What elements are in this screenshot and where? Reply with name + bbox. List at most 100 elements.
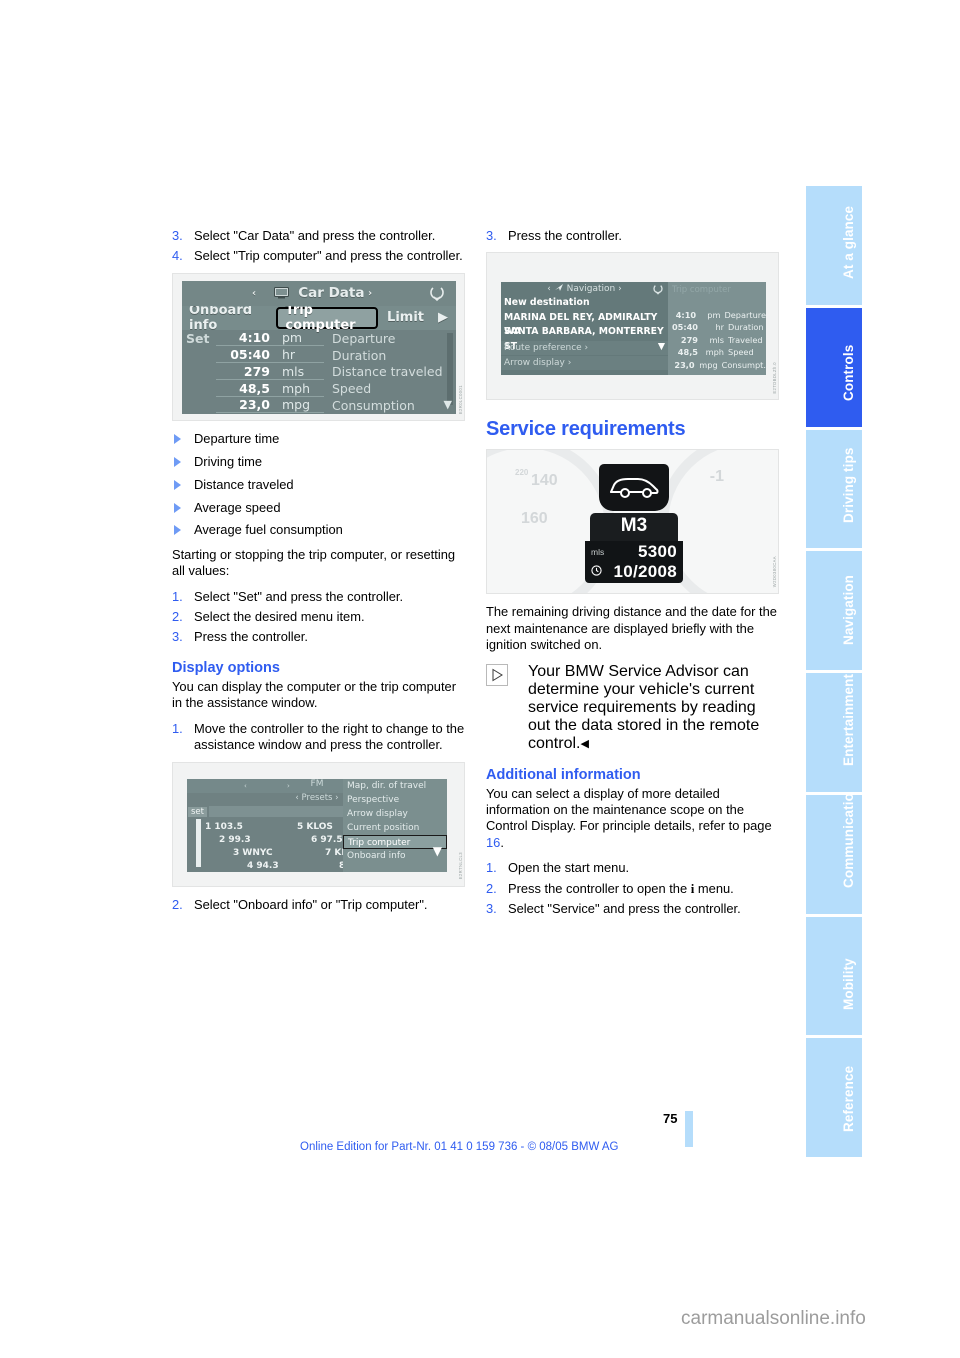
site-watermark: carmanualsonline.info: [681, 1308, 866, 1329]
page-reference-link[interactable]: 16: [486, 835, 500, 850]
gauge-tick-140: 140: [531, 472, 558, 490]
step-text: Select "Trip computer" and press the con…: [194, 248, 463, 264]
prev-arrow-icon[interactable]: ‹: [252, 281, 256, 306]
next-arrow-icon[interactable]: ›: [368, 281, 372, 306]
menu-item-onboard-info[interactable]: Onboard info: [343, 849, 447, 863]
row-label: Distance traveled: [332, 364, 443, 380]
menu-item-perspective[interactable]: Perspective: [343, 793, 447, 807]
steps-list-display-options: 1. Move the controller to the right to c…: [172, 721, 465, 754]
section-tabs-sidebar[interactable]: At a glance Controls Driving tips Naviga…: [806, 186, 862, 1160]
figure-navigation-screen: ‹ Navigation › New destination MARINA DE…: [486, 252, 779, 401]
table-row[interactable]: Set 4:10 pm Departure: [182, 330, 456, 347]
list-item: Departure time: [172, 431, 465, 447]
frequency-bar: [209, 805, 343, 817]
scrollbar[interactable]: [447, 332, 453, 405]
row-value: 279: [216, 364, 276, 380]
nav-item-destination-1[interactable]: MARINA DEL REY, ADMIRALTY WA: [501, 311, 668, 338]
nav-item-destination-2[interactable]: SANTA BARBARA, MONTERREY ST ▼: [501, 325, 668, 352]
sidebar-tab-driving-tips[interactable]: Driving tips: [806, 429, 862, 549]
row-value: 23,0: [674, 359, 695, 370]
figure-radio-assistance-window: ‹ FM › ‹ Presets › set 1 103.5 5 KLOS 9 …: [172, 761, 465, 887]
set-label[interactable]: Set: [186, 331, 216, 346]
prev-arrow-icon[interactable]: ‹: [547, 284, 551, 294]
next-arrow-icon[interactable]: ›: [287, 782, 290, 790]
monitor-icon: [273, 283, 289, 308]
step-text: Select "Onboard info" or "Trip computer"…: [194, 896, 428, 912]
sidebar-tab-entertainment[interactable]: Entertainment: [806, 673, 862, 792]
row-label: Departure: [724, 309, 766, 320]
navigation-title-bar: ‹ Navigation ›: [501, 282, 668, 296]
sidebar-tab-at-a-glance[interactable]: At a glance: [806, 186, 862, 305]
list-item: Driving time: [172, 454, 465, 470]
trip-computer-rows: Set 4:10 pm Departure 05:40 hr Duration …: [182, 330, 456, 414]
step-number: 1.: [172, 720, 183, 736]
triangle-bullet-icon: [174, 433, 181, 444]
next-arrow-icon[interactable]: ›: [618, 284, 622, 294]
scroll-down-icon[interactable]: ▼: [433, 844, 442, 858]
list-item: 2. Select the desired menu item.: [172, 609, 465, 625]
tuner-slider[interactable]: [196, 818, 201, 867]
assistance-window-menu[interactable]: Map, dir. of travel Perspective Arrow di…: [343, 778, 447, 872]
menu-item-arrow-display[interactable]: Arrow display: [343, 807, 447, 821]
gauge-tick-220: 220: [515, 468, 529, 478]
table-row[interactable]: 48,5 mph Speed: [182, 380, 456, 397]
scroll-down-icon[interactable]: ▼: [444, 398, 452, 411]
step-number: 3.: [172, 228, 183, 243]
table-row[interactable]: 05:40 hr Duration: [182, 347, 456, 364]
menu-item-current-position[interactable]: Current position: [343, 821, 447, 835]
list-item: 1. Open the start menu.: [486, 860, 779, 876]
list-item: 4. Select "Trip computer" and press the …: [172, 248, 465, 264]
note-triangle-icon: [486, 663, 508, 686]
tab-onboard-info[interactable]: Onboard info: [182, 303, 274, 333]
nav-item-route-preference[interactable]: Route preference ›: [501, 340, 668, 355]
table-row[interactable]: 23,0 mpg Consumption: [182, 397, 456, 414]
tab-limit[interactable]: Limit: [380, 306, 431, 330]
row-unit: pm: [276, 330, 324, 347]
sidebar-tab-label: Entertainment: [841, 674, 856, 767]
table-row[interactable]: 279 mls Distance traveled: [182, 363, 456, 380]
row-label: Consumption: [332, 397, 415, 413]
row-unit: mls: [276, 364, 324, 380]
row-unit: mpg: [699, 359, 718, 370]
list-item: 1. Move the controller to the right to c…: [172, 721, 465, 754]
service-date-row: 10/2008: [585, 561, 683, 581]
radio-band-label: FM: [310, 778, 324, 789]
list-item: 3. Select "Car Data" and press the contr…: [172, 228, 465, 244]
car-data-tab-strip[interactable]: Onboard info Trip computer Limit ▶: [182, 303, 456, 333]
list-item: 1. Select "Set" and press the controller…: [172, 589, 465, 605]
step-text: Move the controller to the right to chan…: [194, 720, 465, 753]
triangle-bullet-icon: [174, 456, 181, 467]
sidebar-tab-navigation[interactable]: Navigation: [806, 551, 862, 670]
scroll-down-icon[interactable]: ▼: [658, 340, 668, 355]
triangle-bullet-icon: [174, 502, 181, 513]
row-value: 48,5: [677, 347, 698, 358]
sidebar-tab-controls[interactable]: Controls: [806, 307, 862, 427]
tab-trip-computer[interactable]: Trip computer: [276, 303, 379, 333]
row-label: Consumpt.: [721, 359, 766, 370]
list-item: Distance traveled: [172, 477, 465, 493]
step-text: Press the controller.: [508, 228, 622, 243]
gauge-tick-right: -1: [709, 468, 724, 486]
menu-item-trip-computer[interactable]: Trip computer: [343, 835, 447, 850]
bullet-text: Average fuel consumption: [194, 522, 343, 538]
row-label: Traveled: [728, 334, 763, 345]
nav-item-arrow-display[interactable]: Arrow display ›: [501, 355, 668, 370]
step-text: Press the controller.: [194, 629, 308, 645]
prev-arrow-icon[interactable]: ‹: [244, 782, 247, 790]
rotary-controller-icon: [428, 284, 446, 311]
nav-item-new-destination[interactable]: New destination: [501, 296, 668, 311]
bullet-text: Average speed: [194, 499, 281, 515]
step-text: Open the start menu.: [508, 860, 630, 876]
row-unit: mph: [276, 381, 324, 397]
row-value: 279: [680, 334, 698, 345]
steps-list-additional: 1. Open the start menu. 2. Press the con…: [486, 860, 779, 917]
service-info-box: mls 5300 10/2008: [585, 541, 683, 584]
sidebar-tab-mobility[interactable]: Mobility: [806, 916, 862, 1036]
sidebar-tab-reference[interactable]: Reference: [806, 1038, 862, 1157]
menu-item-map-dir-of-travel[interactable]: Map, dir. of travel: [343, 779, 447, 793]
table-row: 279 mls Traveled: [668, 333, 766, 346]
set-button[interactable]: set: [188, 806, 207, 817]
idrive-navigation-display: ‹ Navigation › New destination MARINA DE…: [501, 282, 766, 376]
sidebar-tab-communications[interactable]: Communications: [806, 794, 862, 914]
car-data-title: Car Data: [298, 284, 365, 301]
